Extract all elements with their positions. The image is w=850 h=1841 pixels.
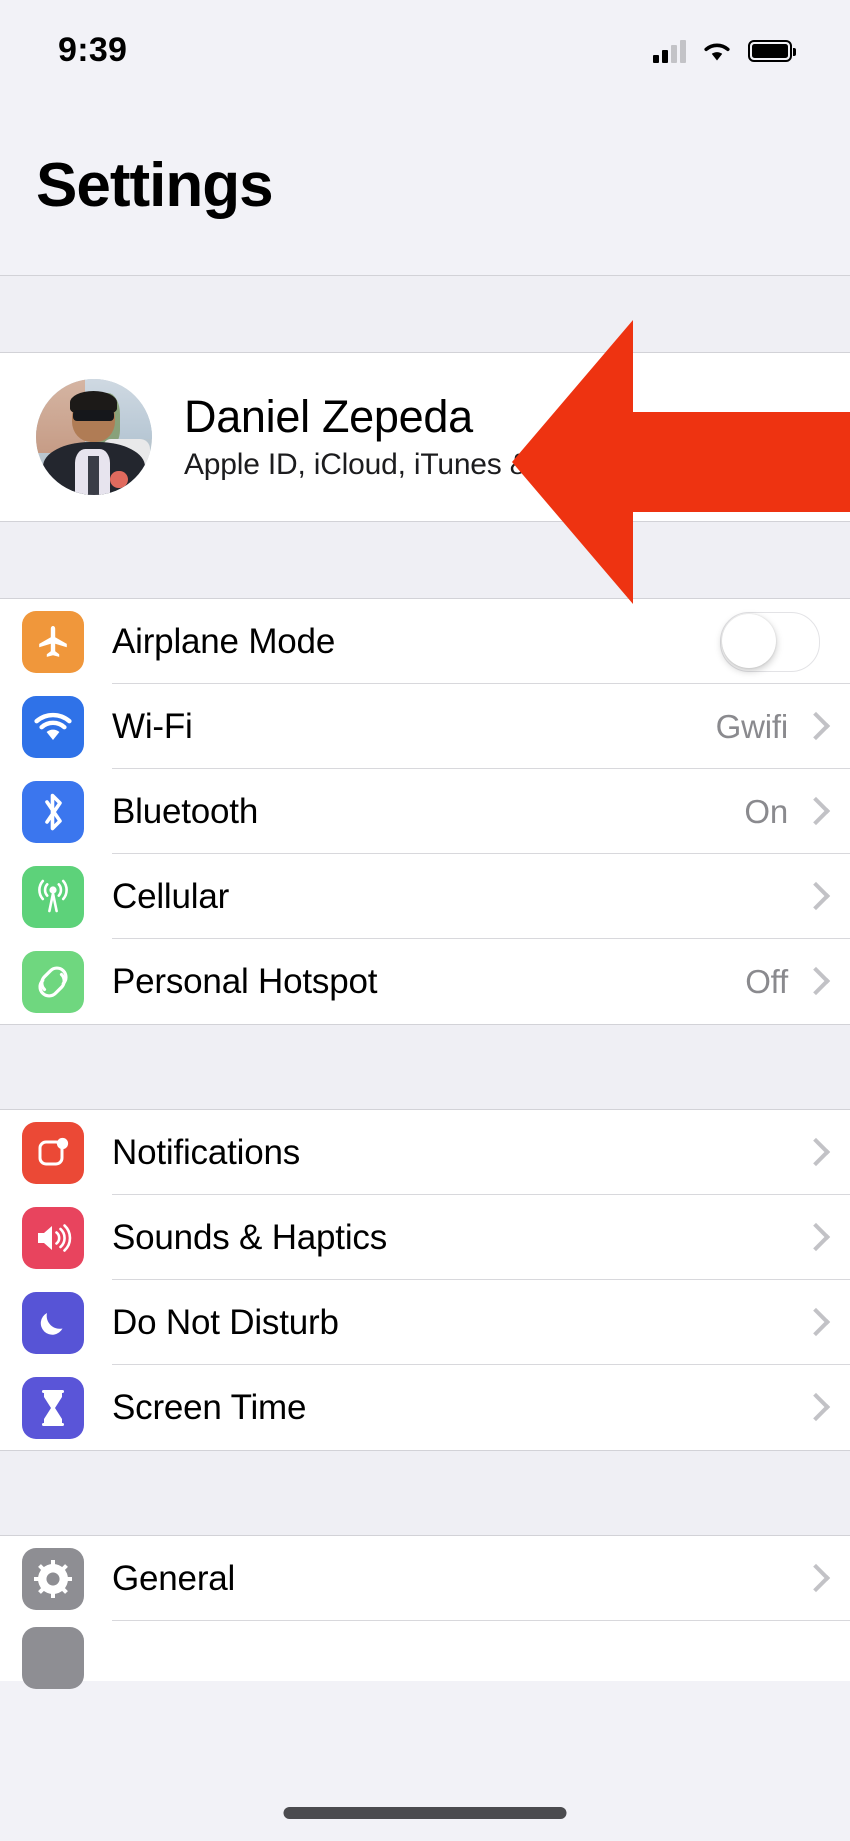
notifications-badge-icon	[22, 1121, 84, 1184]
group-separator-top	[0, 275, 850, 353]
chevron-right-icon	[806, 713, 822, 741]
profile-name: Daniel Zepeda	[184, 390, 473, 442]
chevron-right-icon	[806, 883, 822, 911]
settings-row-label: Bluetooth	[112, 791, 259, 831]
settings-row-screen-time[interactable]: Screen Time	[0, 1365, 850, 1450]
moon-icon	[22, 1291, 84, 1354]
cellular-signal-icon	[653, 39, 686, 63]
wifi-icon	[702, 40, 732, 62]
chevron-right-icon	[806, 798, 822, 826]
settings-row-label: Sounds & Haptics	[112, 1217, 388, 1257]
status-bar: 9:39	[0, 0, 850, 95]
settings-row-label: Personal Hotspot	[112, 961, 378, 1001]
settings-row-sounds-haptics[interactable]: Sounds & Haptics	[0, 1195, 850, 1280]
settings-row-general[interactable]: General	[0, 1536, 850, 1621]
settings-row-label: Cellular	[112, 876, 230, 916]
settings-row-value: Gwifi	[715, 707, 789, 745]
settings-row-cellular[interactable]: Cellular	[0, 854, 850, 939]
status-bar-indicators	[653, 33, 796, 63]
wifi-icon	[22, 695, 84, 758]
speaker-volume-icon	[22, 1206, 84, 1269]
settings-row-label: Notifications	[112, 1132, 301, 1172]
title-spacer	[0, 217, 850, 275]
settings-row-bluetooth[interactable]: Bluetooth On	[0, 769, 850, 854]
settings-row-value: On	[744, 792, 788, 830]
settings-row-label: Wi-Fi	[112, 706, 193, 746]
group-system: General	[0, 1536, 850, 1689]
settings-row-label: Airplane Mode	[112, 621, 336, 661]
group-separator-1	[0, 521, 850, 599]
settings-row-label: Do Not Disturb	[112, 1302, 339, 1342]
chevron-right-icon	[806, 1139, 822, 1167]
cellular-antenna-icon	[22, 865, 84, 928]
bluetooth-icon	[22, 780, 84, 843]
settings-row-personal-hotspot[interactable]: Personal Hotspot Off	[0, 939, 850, 1024]
page-title: Settings	[36, 151, 274, 220]
home-indicator-bar	[283, 1807, 567, 1819]
group-alerts: Notifications Sounds & Haptics Do Not Di…	[0, 1110, 850, 1450]
group-connectivity: Airplane Mode Wi-Fi Gwifi Bluetooth On C…	[0, 599, 850, 1024]
group-separator-3	[0, 1450, 850, 1536]
settings-row-notifications[interactable]: Notifications	[0, 1110, 850, 1195]
settings-row-wifi[interactable]: Wi-Fi Gwifi	[0, 684, 850, 769]
control-center-icon	[22, 1627, 84, 1689]
profile-subtitle: Apple ID, iCloud, iTunes & App Store	[184, 448, 668, 482]
settings-row-label: Screen Time	[112, 1387, 307, 1427]
settings-screen: 9:39 Settings Daniel Zepeda Apple ID, iC…	[0, 0, 850, 1841]
airplane-icon	[22, 610, 84, 673]
status-bar-time: 9:39	[58, 31, 128, 69]
settings-row-airplane-mode[interactable]: Airplane Mode	[0, 599, 850, 684]
group-separator-2	[0, 1024, 850, 1110]
airplane-mode-toggle[interactable]	[720, 611, 820, 672]
gear-icon	[22, 1547, 84, 1610]
settings-row-do-not-disturb[interactable]: Do Not Disturb	[0, 1280, 850, 1365]
chevron-right-icon	[806, 423, 822, 451]
hourglass-icon	[22, 1376, 84, 1439]
settings-row-partial-next[interactable]	[0, 1621, 850, 1689]
settings-row-value: Off	[745, 962, 788, 1000]
toggle-knob	[722, 613, 776, 668]
chevron-right-icon	[806, 968, 822, 996]
settings-row-label: General	[112, 1558, 236, 1598]
apple-id-profile-row[interactable]: Daniel Zepeda Apple ID, iCloud, iTunes &…	[0, 353, 850, 521]
avatar	[36, 379, 152, 495]
profile-text: Daniel Zepeda Apple ID, iCloud, iTunes &…	[178, 390, 806, 482]
chevron-right-icon	[806, 1394, 822, 1422]
hotspot-link-icon	[22, 950, 84, 1013]
chevron-right-icon	[806, 1309, 822, 1337]
battery-full-icon	[748, 39, 796, 62]
chevron-right-icon	[806, 1224, 822, 1252]
chevron-right-icon	[806, 1565, 822, 1593]
